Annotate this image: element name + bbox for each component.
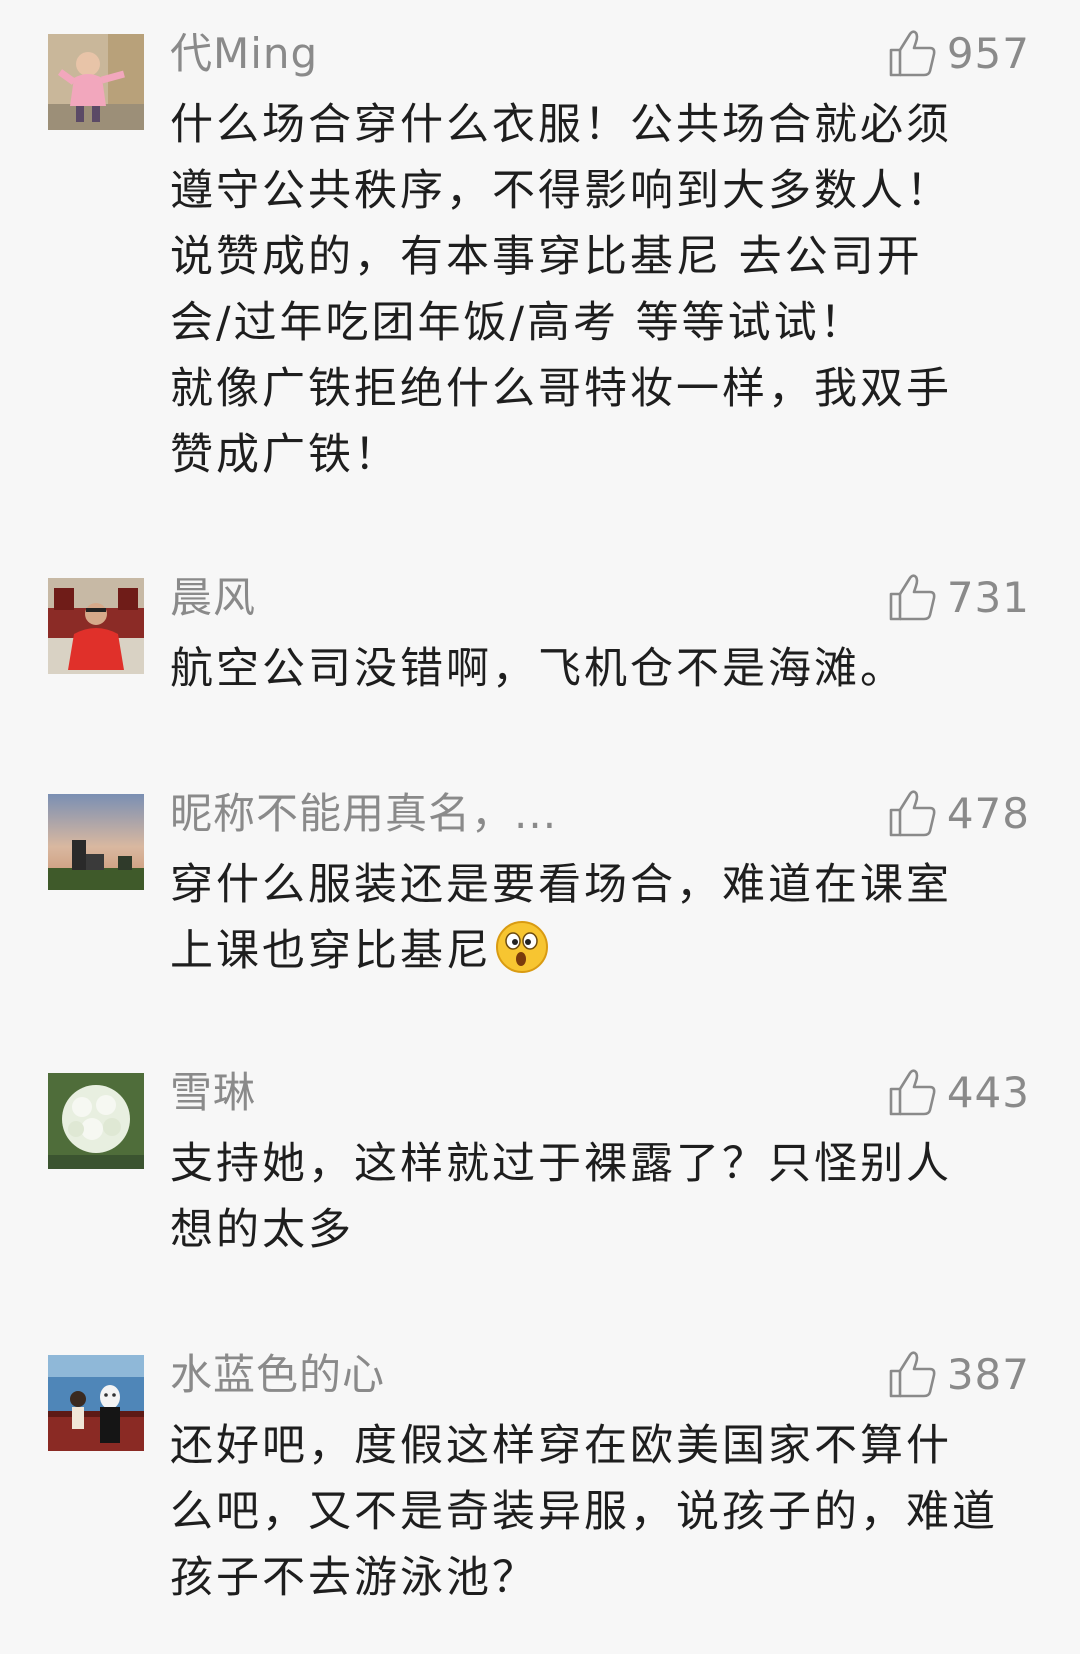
comment-text-line: 赞成广铁！ xyxy=(170,430,400,480)
comment-nickname[interactable]: 晨风 xyxy=(170,570,256,626)
thumbs-up-icon xyxy=(889,30,936,77)
like-button[interactable]: 478 xyxy=(887,786,1030,842)
thumbs-up-icon xyxy=(889,1069,936,1116)
comment-text-line: 航空公司没错啊，飞机仓不是海滩。 xyxy=(170,644,906,694)
comment-text-line: 支持她，这样就过于裸露了？只怪别人 xyxy=(170,1139,952,1189)
avatar-sunset-landscape-icon[interactable] xyxy=(48,794,144,890)
comment-list: 代Ming 957 什么场合穿什么衣服！公共场合就必须 遵守公共秩序，不得影响到… xyxy=(0,0,1080,1654)
comment-text-line: 遵守公共秩序，不得影响到大多数人！ xyxy=(170,166,952,216)
comment-text-line: 什么场合穿什么衣服！公共场合就必须 xyxy=(170,100,952,150)
thumbs-up-icon xyxy=(889,790,936,837)
comment-text-line: 上课也穿比基尼 xyxy=(170,918,1030,984)
like-count: 957 xyxy=(946,29,1030,78)
comment-text: 什么场合穿什么衣服！公共场合就必须 遵守公共秩序，不得影响到大多数人！ 说赞成的… xyxy=(170,92,1030,488)
avatar-child-pink-icon[interactable] xyxy=(48,34,144,130)
comment-text-line-content: 上课也穿比基尼 xyxy=(170,926,492,976)
comment-text: 还好吧，度假这样穿在欧美国家不算什 么吧，又不是奇装异服，说孩子的，难道 孩子不… xyxy=(170,1413,1030,1611)
comment-text-line: 穿什么服装还是要看场合，难道在课室 xyxy=(170,860,952,910)
comment-text-line: 就像广铁拒绝什么哥特妆一样，我双手 xyxy=(170,364,952,414)
like-button[interactable]: 957 xyxy=(887,26,1030,82)
comment-text-line: 么吧，又不是奇装异服，说孩子的，难道 xyxy=(170,1487,998,1537)
comment-nickname[interactable]: 水蓝色的心 xyxy=(170,1347,385,1403)
like-button[interactable]: 731 xyxy=(887,570,1030,626)
thumbs-up-icon xyxy=(889,1351,936,1398)
surprised-face-emoji-icon xyxy=(496,921,548,973)
comment-text-line: 想的太多 xyxy=(170,1205,354,1255)
comment-nickname[interactable]: 昵称不能用真名，... xyxy=(170,786,557,842)
comment-text-line: 孩子不去游泳池？ xyxy=(170,1553,538,1603)
comment-text-line: 说赞成的，有本事穿比基尼 去公司开 xyxy=(170,232,923,282)
like-button[interactable]: 443 xyxy=(887,1065,1030,1121)
comment-text: 航空公司没错啊，飞机仓不是海滩。 xyxy=(170,636,1030,702)
avatar-white-hydrangea-icon[interactable] xyxy=(48,1073,144,1169)
comment-nickname[interactable]: 雪琳 xyxy=(170,1065,256,1121)
comment-text-line: 会/过年吃团年饭/高考 等等试试！ xyxy=(170,298,866,348)
comment-nickname[interactable]: 代Ming xyxy=(170,26,318,82)
like-count: 478 xyxy=(946,789,1030,838)
avatar-man-red-jacket-icon[interactable] xyxy=(48,578,144,674)
avatar-anime-scene-icon[interactable] xyxy=(48,1355,144,1451)
like-button[interactable]: 387 xyxy=(887,1347,1030,1403)
like-count: 443 xyxy=(946,1068,1030,1117)
comment-text: 支持她，这样就过于裸露了？只怪别人 想的太多 xyxy=(170,1131,1030,1263)
comment-text: 穿什么服装还是要看场合，难道在课室 上课也穿比基尼 xyxy=(170,852,1030,984)
like-count: 387 xyxy=(946,1350,1030,1399)
thumbs-up-icon xyxy=(889,574,936,621)
comment-text-line: 还好吧，度假这样穿在欧美国家不算什 xyxy=(170,1421,952,1471)
like-count: 731 xyxy=(946,573,1030,622)
